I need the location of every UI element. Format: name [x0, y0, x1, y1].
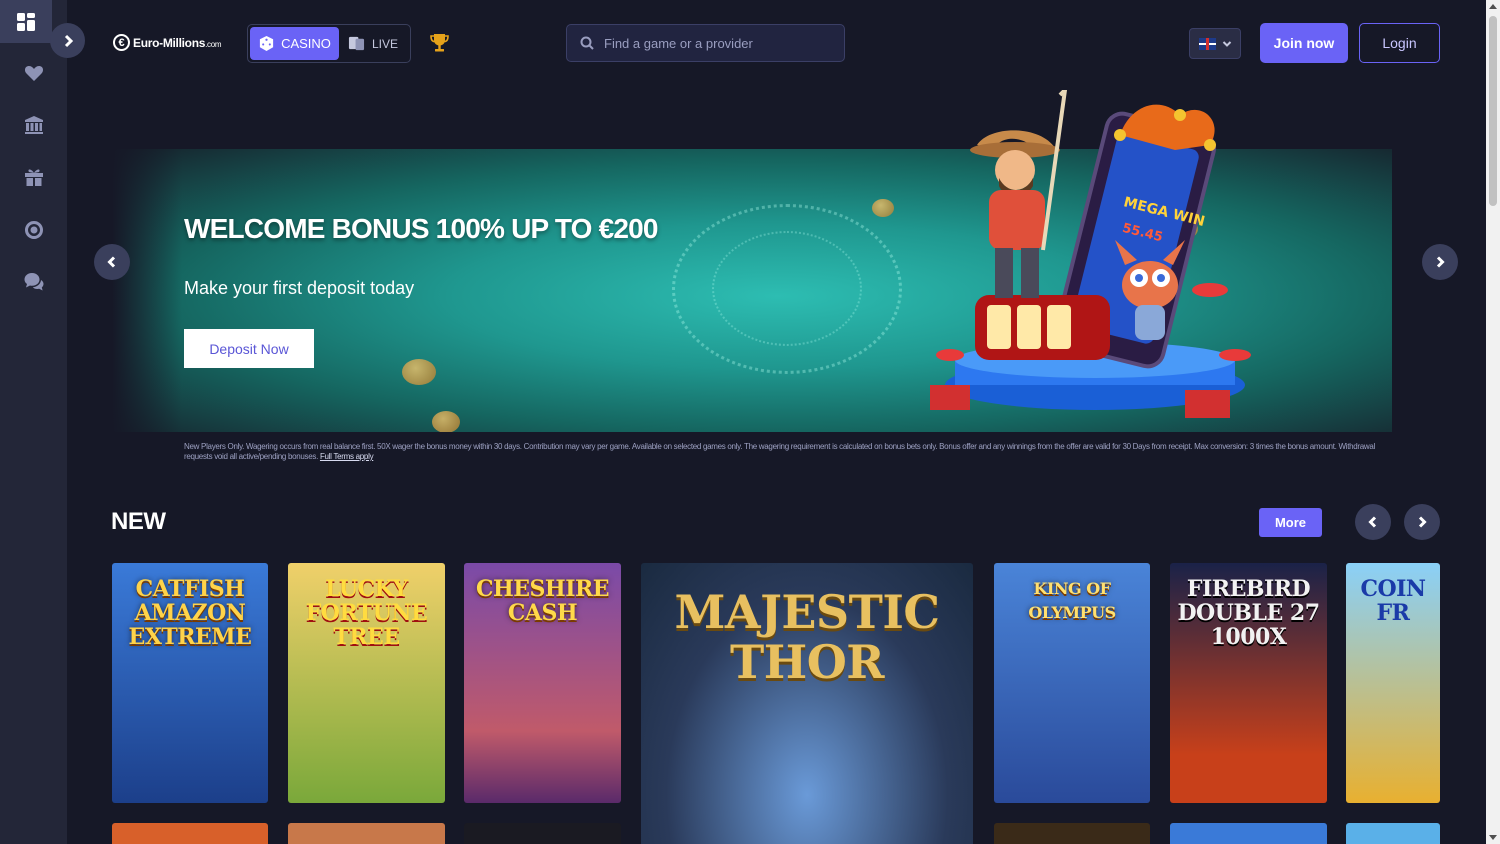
logo-suffix: .com — [205, 39, 222, 49]
banner-title: WELCOME BONUS 100% UP TO €200 — [184, 213, 659, 244]
search-icon — [580, 36, 594, 50]
target-icon — [24, 221, 43, 239]
game-card-coin-frenzy[interactable]: COIN FR — [1346, 563, 1440, 803]
game-card-king-of-olympus[interactable]: KING OF OLYMPUS — [994, 563, 1150, 803]
chevron-left-icon — [107, 256, 116, 268]
support-chat-icon — [24, 273, 43, 291]
search-input[interactable] — [604, 35, 824, 51]
game-card[interactable] — [112, 823, 268, 844]
login-button[interactable]: Login — [1359, 23, 1440, 63]
game-title: CHESHIRE CASH — [475, 576, 610, 626]
site-logo[interactable]: € Euro-Millions.com — [113, 34, 222, 51]
game-card[interactable] — [994, 823, 1150, 844]
coin-decoration — [402, 359, 436, 385]
scroll-up-arrow-icon[interactable] — [1489, 4, 1497, 9]
gift-icon — [24, 169, 43, 186]
full-terms-link[interactable]: Full Terms apply — [320, 452, 374, 461]
sidebar-item-support[interactable] — [0, 262, 67, 302]
coin-decoration — [872, 199, 894, 217]
chevron-right-icon — [64, 34, 73, 47]
chevron-left-icon — [1368, 516, 1377, 528]
tab-casino[interactable]: CASINO — [250, 27, 339, 60]
casino-building-icon — [24, 116, 43, 134]
slot-machine-character-illustration: MEGA WIN 55.45 — [930, 90, 1251, 418]
section-title-new: NEW — [111, 508, 166, 535]
game-title: MAJESTIC THOR — [674, 585, 940, 689]
mode-switch: CASINO LIVE — [247, 24, 411, 63]
tab-live[interactable]: LIVE — [348, 27, 398, 60]
trophy-icon[interactable] — [429, 32, 450, 53]
join-now-button[interactable]: Join now — [1260, 23, 1348, 63]
game-title: CATFISH AMAZON EXTREME — [128, 576, 252, 650]
game-title: FIREBIRD DOUBLE 27 1000X — [1177, 576, 1320, 650]
dice-icon — [259, 35, 274, 52]
sidebar-item-dashboard[interactable] — [0, 0, 52, 43]
deposit-now-button[interactable]: Deposit Now — [184, 329, 314, 368]
logo-text: Euro-Millions — [133, 35, 206, 50]
game-title: KING OF OLYMPUS — [1028, 579, 1116, 622]
chevron-right-icon — [1418, 516, 1427, 528]
game-card[interactable] — [1346, 823, 1440, 844]
dashboard-icon — [17, 12, 35, 31]
new-games-grid: CATFISH AMAZON EXTREME LUCKY FORTUNE TRE… — [112, 563, 1440, 844]
games-prev-button[interactable] — [1355, 504, 1391, 540]
game-card[interactable] — [464, 823, 621, 844]
game-title: COIN FR — [1360, 576, 1426, 626]
banner-subtitle: Make your first deposit today — [184, 278, 415, 298]
chevron-down-icon — [1222, 40, 1231, 47]
game-title: LUCKY FORTUNE TREE — [305, 576, 428, 650]
coin-decoration — [432, 411, 460, 432]
sidebar-expand-button[interactable] — [50, 23, 85, 58]
chevron-right-icon — [1436, 256, 1445, 268]
scroll-down-arrow-icon[interactable] — [1489, 835, 1497, 840]
game-card-cheshire-cash[interactable]: CHESHIRE CASH — [464, 563, 621, 803]
banner-prev-button[interactable] — [94, 244, 130, 280]
sidebar-item-favorites[interactable] — [0, 53, 67, 93]
sidebar-item-tournaments[interactable] — [0, 210, 67, 250]
game-card[interactable] — [288, 823, 445, 844]
tab-live-label: LIVE — [372, 36, 399, 51]
sidebar-item-casino[interactable] — [0, 105, 67, 145]
sidebar-item-promotions[interactable] — [0, 157, 67, 197]
page-scrollbar[interactable] — [1486, 0, 1500, 844]
game-card-majestic-thor[interactable]: MAJESTIC THOR — [641, 563, 973, 844]
tab-casino-label: CASINO — [281, 36, 331, 51]
games-next-button[interactable] — [1404, 504, 1440, 540]
game-card-lucky-fortune-tree[interactable]: LUCKY FORTUNE TREE — [288, 563, 445, 803]
heart-icon — [24, 65, 43, 81]
search-bar[interactable] — [566, 24, 845, 62]
banner-next-button[interactable] — [1422, 244, 1458, 280]
language-selector[interactable] — [1189, 28, 1241, 59]
game-card-catfish-amazon-extreme[interactable]: CATFISH AMAZON EXTREME — [112, 563, 268, 803]
more-button[interactable]: More — [1259, 508, 1322, 537]
game-card[interactable] — [1170, 823, 1327, 844]
live-cards-icon — [348, 36, 365, 51]
bonus-terms: New Players Only. Wagering occurs from r… — [184, 442, 1399, 462]
sidebar — [0, 0, 67, 844]
game-card-firebird-double-27[interactable]: FIREBIRD DOUBLE 27 1000X — [1170, 563, 1327, 803]
scrollbar-thumb[interactable] — [1489, 16, 1497, 206]
euro-logo-icon: € — [113, 34, 130, 51]
uk-flag-icon — [1198, 37, 1216, 50]
